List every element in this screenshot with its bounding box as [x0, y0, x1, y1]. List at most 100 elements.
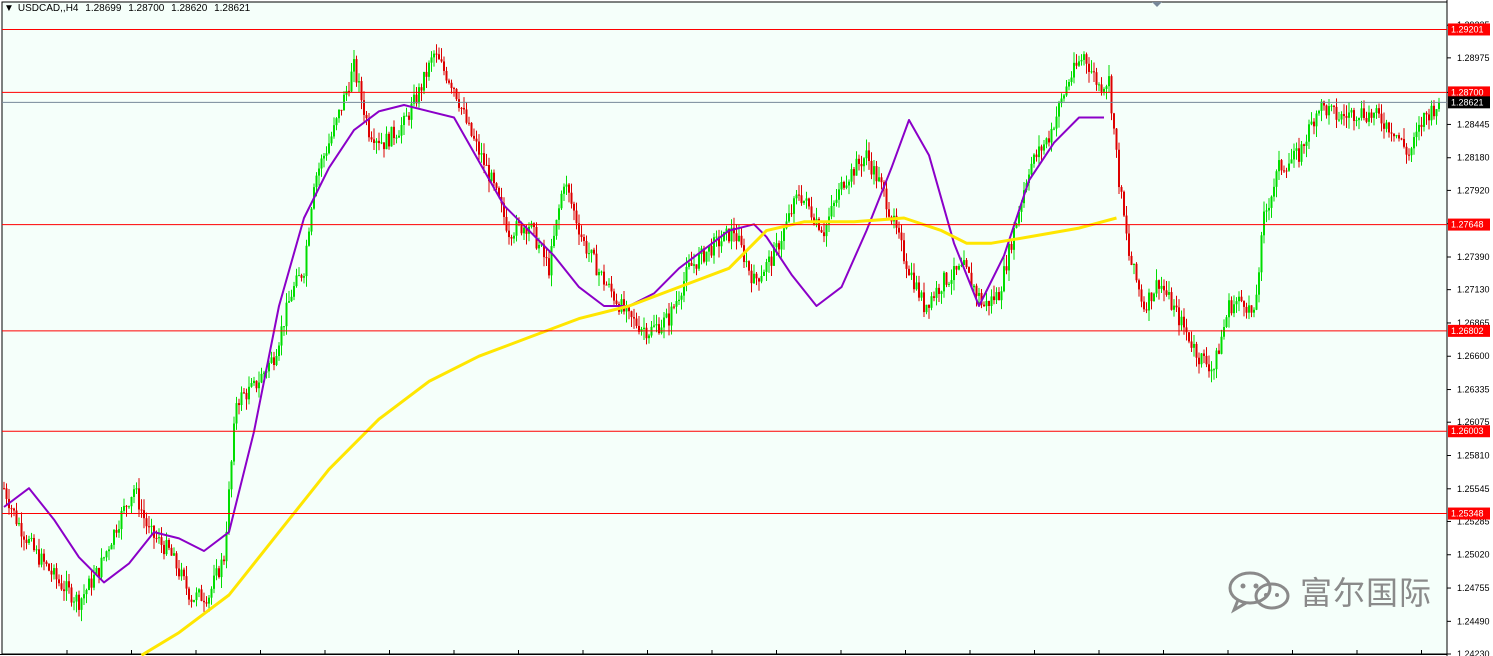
- candle-body: [800, 195, 803, 204]
- candle-body: [285, 302, 288, 327]
- candle-body: [1080, 59, 1083, 62]
- candle-body: [1040, 146, 1043, 151]
- candle-body: [235, 403, 238, 424]
- candle-body: [1418, 124, 1420, 132]
- candle-body: [760, 275, 763, 282]
- candle-body: [1145, 309, 1148, 311]
- candle-body: [1283, 170, 1285, 172]
- candle-body: [23, 536, 25, 540]
- candle-body: [435, 53, 438, 55]
- candle-body: [60, 583, 63, 590]
- candle-body: [793, 198, 795, 214]
- candle-body: [243, 392, 245, 394]
- candle-body: [1115, 128, 1118, 150]
- candle-body: [1328, 106, 1330, 116]
- watermark: 富尔国际: [1226, 568, 1432, 614]
- candle-body: [70, 587, 73, 603]
- candle-body: [1048, 138, 1050, 143]
- candle-body: [80, 598, 83, 610]
- candle-body: [1070, 77, 1073, 83]
- candle-body: [1388, 122, 1390, 133]
- candle-body: [1250, 305, 1253, 313]
- candle-body: [1065, 86, 1068, 96]
- chart-area[interactable]: 1.292351.289751.287001.284451.281801.279…: [0, 0, 1493, 656]
- candle-body: [1143, 301, 1145, 310]
- candle-body: [53, 568, 55, 575]
- candle-body: [1108, 76, 1110, 87]
- candle-body: [680, 295, 683, 300]
- candle-body: [770, 256, 773, 266]
- candle-body: [1230, 300, 1233, 314]
- candle-body: [440, 59, 443, 62]
- candle-body: [110, 544, 113, 550]
- price-chart[interactable]: 1.292351.289751.287001.284451.281801.279…: [0, 0, 1493, 656]
- candle-body: [195, 592, 198, 601]
- candle-body: [420, 87, 423, 91]
- candle-body: [585, 241, 588, 254]
- candle-body: [118, 529, 120, 533]
- candle-body: [1123, 191, 1125, 216]
- candle-body: [143, 510, 145, 519]
- candle-body: [88, 578, 90, 590]
- candle-body: [845, 185, 848, 188]
- candle-body: [1225, 317, 1228, 327]
- candle-body: [178, 568, 180, 577]
- candle-body: [78, 594, 80, 610]
- candle-body: [133, 489, 135, 497]
- candle-body: [125, 505, 128, 507]
- candle-body: [1410, 148, 1413, 156]
- candle-body: [805, 198, 808, 201]
- candle-body: [1290, 159, 1293, 164]
- candle-body: [225, 531, 228, 562]
- candle-body: [873, 166, 875, 175]
- candle-body: [1278, 160, 1280, 172]
- candle-body: [1248, 305, 1250, 313]
- candle-body: [1135, 263, 1138, 281]
- candle-body: [825, 224, 828, 237]
- candle-body: [1423, 112, 1425, 127]
- candle-body: [1105, 86, 1108, 89]
- candle-body: [293, 286, 295, 297]
- watermark-text: 富尔国际: [1300, 574, 1433, 612]
- candle-body: [860, 163, 863, 167]
- candle-body: [1293, 150, 1295, 160]
- candle-body: [1420, 124, 1423, 127]
- candle-body: [448, 80, 450, 83]
- candle-body: [480, 153, 483, 155]
- candle-body: [983, 304, 985, 307]
- y-tick-label: 1.28975: [1457, 53, 1490, 63]
- candle-body: [1233, 304, 1235, 314]
- candle-body: [600, 271, 603, 273]
- candle-body: [855, 158, 858, 176]
- candle-body: [555, 219, 558, 236]
- candle-body: [253, 380, 255, 384]
- candle-body: [365, 114, 368, 119]
- candle-body: [1245, 306, 1248, 313]
- candle-body: [920, 292, 923, 298]
- candle-body: [1178, 307, 1180, 326]
- candle-body: [65, 581, 68, 592]
- candle-body: [1298, 148, 1300, 162]
- candle-body: [350, 71, 353, 92]
- candle-body: [1435, 109, 1438, 117]
- candle-body: [250, 383, 253, 387]
- candle-body: [978, 292, 980, 296]
- candle-body: [348, 90, 350, 92]
- candle-body: [1083, 54, 1085, 60]
- y-tick-label: 1.25810: [1457, 450, 1490, 460]
- candle-body: [758, 278, 760, 282]
- collapse-triangle-icon[interactable]: ▼: [4, 3, 14, 14]
- candle-body: [1005, 266, 1008, 271]
- candle-body: [975, 285, 978, 296]
- candle-body: [1213, 369, 1215, 371]
- candle-body: [393, 126, 395, 139]
- candle-body: [820, 229, 823, 233]
- candle-body: [465, 109, 468, 123]
- candle-body: [795, 194, 798, 199]
- candle-body: [48, 563, 50, 571]
- candle-body: [1375, 108, 1378, 113]
- candle-body: [450, 82, 453, 89]
- candle-body: [360, 81, 363, 101]
- candle-body: [765, 262, 768, 272]
- candle-body: [610, 283, 613, 292]
